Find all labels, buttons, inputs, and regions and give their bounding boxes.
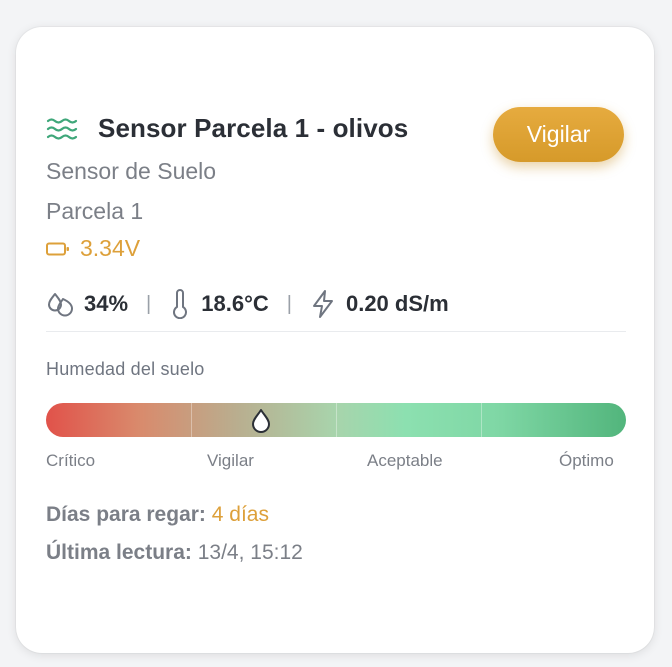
separator: | xyxy=(286,292,292,315)
sensor-title: Sensor Parcela 1 - olivos xyxy=(98,113,409,143)
conductivity-metric: 0.20 dS/m xyxy=(310,289,449,319)
droplet-icon xyxy=(251,409,270,433)
scale-tick xyxy=(191,403,192,437)
lightning-icon xyxy=(312,290,333,318)
sensor-type: Sensor de Suelo xyxy=(46,158,217,184)
moisture-label: Humedad del suelo xyxy=(46,359,205,379)
sensor-card: Sensor Parcela 1 - olivos Vigilar Sensor… xyxy=(16,27,654,653)
conductivity-value: 0.20 dS/m xyxy=(345,291,449,316)
last-reading-label: Última lectura: xyxy=(46,541,192,564)
scale-label-acceptable: Aceptable xyxy=(367,451,443,470)
days-value: 4 días xyxy=(211,503,269,526)
waves-icon xyxy=(46,117,78,140)
humidity-metric: 34% xyxy=(46,290,128,318)
last-reading-value: 13/4, 15:12 xyxy=(197,541,303,564)
card-header: Sensor Parcela 1 - olivos xyxy=(46,113,408,144)
humidity-value: 34% xyxy=(84,291,129,316)
temperature-metric: 18.6°C xyxy=(169,289,269,319)
divider xyxy=(46,331,626,332)
thermometer-icon xyxy=(173,289,188,319)
days-label: Días para regar: xyxy=(46,503,206,526)
watch-button[interactable]: Vigilar xyxy=(493,107,624,162)
scale-tick xyxy=(481,403,482,437)
days-to-irrigate: Días para regar: 4 días xyxy=(46,503,269,527)
temperature-value: 18.6°C xyxy=(201,291,269,316)
battery-status: 3.34V xyxy=(46,235,140,262)
battery-voltage: 3.34V xyxy=(80,235,141,261)
metrics-row: 34% | 18.6°C | 0.20 dS/m xyxy=(46,289,449,319)
droplets-icon xyxy=(48,293,73,317)
scale-label-critical: Crítico xyxy=(46,451,96,470)
scale-tick xyxy=(336,403,337,437)
battery-icon xyxy=(46,242,69,255)
parcel-name: Parcela 1 xyxy=(46,198,144,224)
scale-label-watch: Vigilar xyxy=(207,451,254,470)
moisture-bar xyxy=(46,403,626,437)
scale-label-optimal: Óptimo xyxy=(559,451,614,470)
separator: | xyxy=(146,292,152,315)
last-reading: Última lectura: 13/4, 15:12 xyxy=(46,541,303,565)
